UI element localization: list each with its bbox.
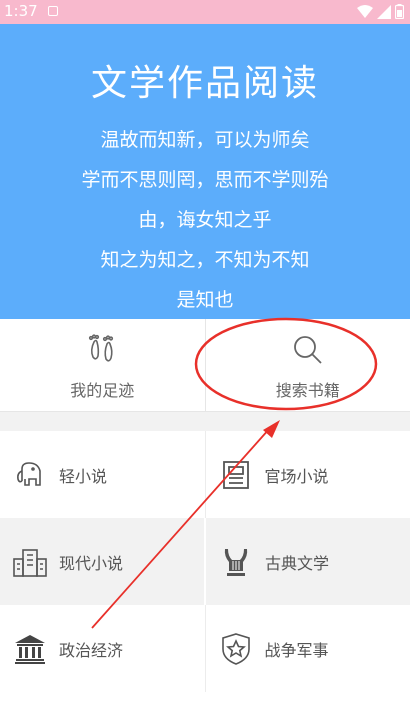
poem-text: 温故而知新，可以为师矣 学而不思则罔，思而不学则殆 由，诲女知之乎 知之为知之，… <box>0 120 410 320</box>
poem-line: 学而不思则罔，思而不学则殆 <box>81 169 329 191</box>
my-footprints-label: 我的足迹 <box>70 381 135 400</box>
signal-icon <box>377 4 391 19</box>
star-shield-icon <box>221 632 250 665</box>
lyre-icon <box>224 548 248 576</box>
elephant-icon <box>17 461 41 486</box>
footprints-icon <box>89 334 114 362</box>
government-building-icon <box>15 634 45 664</box>
search-icon <box>293 336 322 364</box>
wifi-icon <box>357 4 373 18</box>
buildings-icon <box>13 548 47 577</box>
category-politics-economics[interactable]: 政治经济 <box>0 605 205 692</box>
newspaper-icon <box>222 460 249 489</box>
search-books-button[interactable]: 搜索书籍 <box>204 319 410 411</box>
quick-actions: 我的足迹 搜索书籍 <box>0 319 410 412</box>
poem-line: 温故而知新，可以为师矣 <box>100 129 310 151</box>
category-row: 政治经济 战争军事 <box>0 605 410 692</box>
battery-icon <box>395 4 404 19</box>
my-footprints-button[interactable]: 我的足迹 <box>0 319 205 411</box>
category-label: 轻小说 <box>59 466 108 486</box>
search-books-label: 搜索书籍 <box>275 381 340 400</box>
category-label: 现代小说 <box>59 553 124 573</box>
category-modern-novel[interactable]: 现代小说 <box>0 518 204 605</box>
notification-icon <box>48 6 58 16</box>
category-label: 古典文学 <box>265 553 330 573</box>
category-label: 政治经济 <box>59 640 124 660</box>
hero-banner: 文学作品阅读 温故而知新，可以为师矣 学而不思则罔，思而不学则殆 由，诲女知之乎… <box>0 24 410 319</box>
category-war-military[interactable]: 战争军事 <box>204 605 410 692</box>
category-row: 现代小说 古典文学 <box>0 518 410 605</box>
category-grid: 轻小说 官场小说 现代小说 古典文学 政治经济 战争军事 <box>0 431 410 692</box>
poem-line: 知之为知之，不知为不知 <box>100 249 310 271</box>
status-bar: 1:37 <box>0 0 410 24</box>
category-classical-literature[interactable]: 古典文学 <box>204 518 410 605</box>
category-officialdom-novel[interactable]: 官场小说 <box>204 431 410 518</box>
category-row: 轻小说 官场小说 <box>0 431 410 518</box>
category-label: 官场小说 <box>264 466 329 486</box>
poem-line: 由，诲女知之乎 <box>138 209 272 231</box>
section-divider <box>0 412 410 431</box>
poem-line: 是知也 <box>176 289 234 311</box>
category-label: 战争军事 <box>264 640 329 660</box>
status-time: 1:37 <box>4 2 38 20</box>
category-light-novel[interactable]: 轻小说 <box>0 431 205 518</box>
page-title: 文学作品阅读 <box>90 63 319 104</box>
